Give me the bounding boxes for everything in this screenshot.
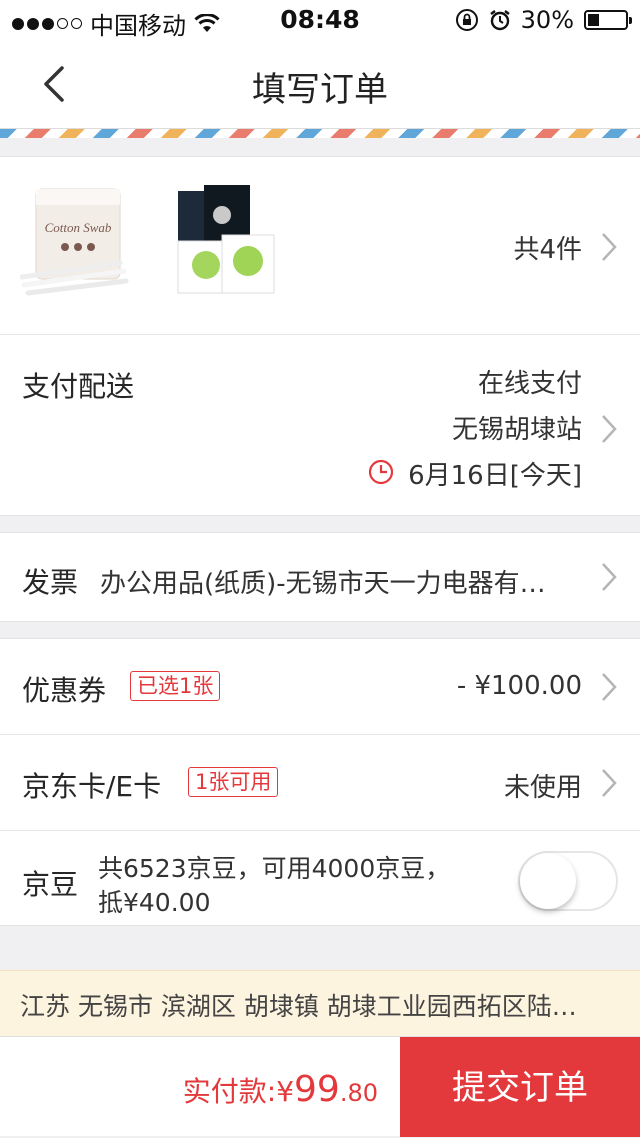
coupon-tag: 已选1张 xyxy=(130,671,221,701)
payment-label: 支付配送 xyxy=(22,370,135,403)
pay-integer: 99 xyxy=(294,1069,340,1110)
discounts-card: 优惠券 已选1张 - ¥100.00 京东卡/E卡 1张可用 未使用 京豆 共6… xyxy=(0,638,640,926)
coupon-value: - ¥100.00 xyxy=(456,671,582,701)
delivery-station: 无锡胡埭站 xyxy=(451,415,582,445)
address-text: 江苏 无锡市 滨湖区 胡埭镇 胡埭工业园西拓区陆… xyxy=(20,992,577,1021)
bottom-bar: 实付款:¥99.80 提交订单 xyxy=(0,1036,640,1137)
rotation-lock-icon xyxy=(455,9,478,31)
battery-percent: 30% xyxy=(520,6,574,34)
jingdou-desc-line1: 共6523京豆，可用4000京豆， xyxy=(98,854,451,883)
toggle-knob xyxy=(520,853,576,909)
battery-icon xyxy=(584,10,632,30)
invoice-row[interactable]: 发票 办公用品(纸质)-无锡市天一力电器有… xyxy=(0,533,640,621)
product-image-cotton-swab[interactable]: Cotton Swab xyxy=(20,185,134,299)
svg-text:Cotton Swab: Cotton Swab xyxy=(45,220,112,235)
chevron-right-icon xyxy=(602,673,617,701)
invoice-value: 办公用品(纸质)-无锡市天一力电器有… xyxy=(100,569,546,599)
jingdou-desc-line2: 抵¥40.00 xyxy=(98,888,211,917)
pay-label: 实付款: xyxy=(182,1075,277,1108)
jingdou-row: 京豆 共6523京豆，可用4000京豆， 抵¥40.00 xyxy=(0,831,640,927)
coupon-label: 优惠券 xyxy=(22,674,107,707)
submit-order-button[interactable]: 提交订单 xyxy=(400,1037,640,1137)
payment-method: 在线支付 xyxy=(477,369,582,399)
chevron-right-icon xyxy=(602,233,617,261)
jdcard-value: 未使用 xyxy=(503,773,582,803)
jdcard-row[interactable]: 京东卡/E卡 1张可用 未使用 xyxy=(0,735,640,831)
jdcard-tag: 1张可用 xyxy=(188,767,279,797)
chevron-right-icon xyxy=(602,769,617,797)
order-card: Cotton Swab 共4件 支付配送 在线支付 无锡胡埭站 6月16日[今天… xyxy=(0,156,640,516)
coupon-row[interactable]: 优惠券 已选1张 - ¥100.00 xyxy=(0,639,640,735)
status-bar: 中国移动 08:48 30% xyxy=(0,0,640,40)
payment-total: 实付款:¥99.80 xyxy=(183,1069,378,1110)
pay-decimal: .80 xyxy=(339,1079,378,1107)
delivery-date: 6月16日[今天] xyxy=(408,461,582,491)
payment-delivery-row[interactable]: 支付配送 在线支付 无锡胡埭站 6月16日[今天] xyxy=(0,335,640,515)
product-count: 共4件 xyxy=(513,235,582,265)
invoice-card: 发票 办公用品(纸质)-无锡市天一力电器有… xyxy=(0,532,640,622)
products-row[interactable]: Cotton Swab 共4件 xyxy=(0,157,640,335)
jingdou-toggle[interactable] xyxy=(518,851,618,911)
jdcard-label: 京东卡/E卡 xyxy=(22,770,162,803)
battery-fill xyxy=(588,14,599,26)
nav-bar: 填写订单 xyxy=(0,40,640,129)
status-right: 30% xyxy=(455,6,632,34)
jingdou-label: 京豆 xyxy=(22,868,79,901)
page-title: 填写订单 xyxy=(252,70,388,110)
invoice-label: 发票 xyxy=(22,566,79,599)
address-bar[interactable]: 江苏 无锡市 滨湖区 胡埭镇 胡埭工业园西拓区陆… xyxy=(0,970,640,1036)
airmail-border xyxy=(0,129,640,138)
chevron-right-icon xyxy=(602,563,617,591)
pay-currency: ¥ xyxy=(276,1075,295,1108)
alarm-icon xyxy=(489,10,510,31)
chevron-right-icon xyxy=(602,415,617,443)
clock-icon xyxy=(368,459,394,485)
product-image-mask[interactable] xyxy=(164,185,278,299)
